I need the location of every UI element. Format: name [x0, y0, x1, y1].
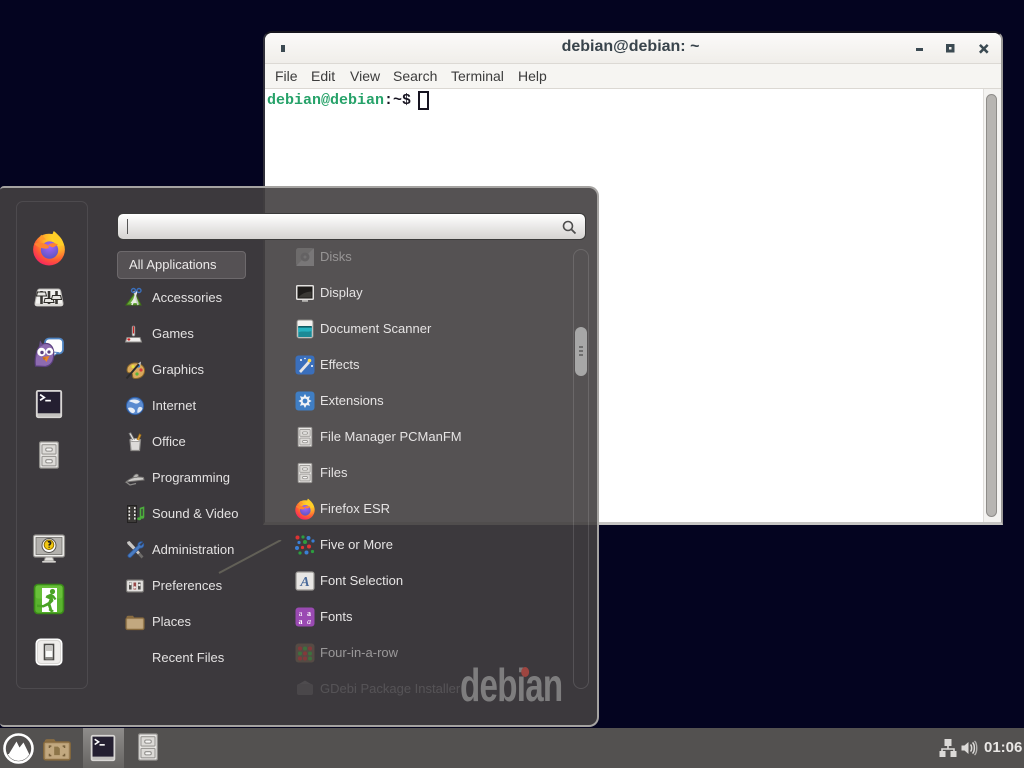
- svg-text:A: A: [299, 575, 309, 590]
- svg-text:a: a: [307, 617, 311, 626]
- svg-text:a: a: [299, 617, 303, 626]
